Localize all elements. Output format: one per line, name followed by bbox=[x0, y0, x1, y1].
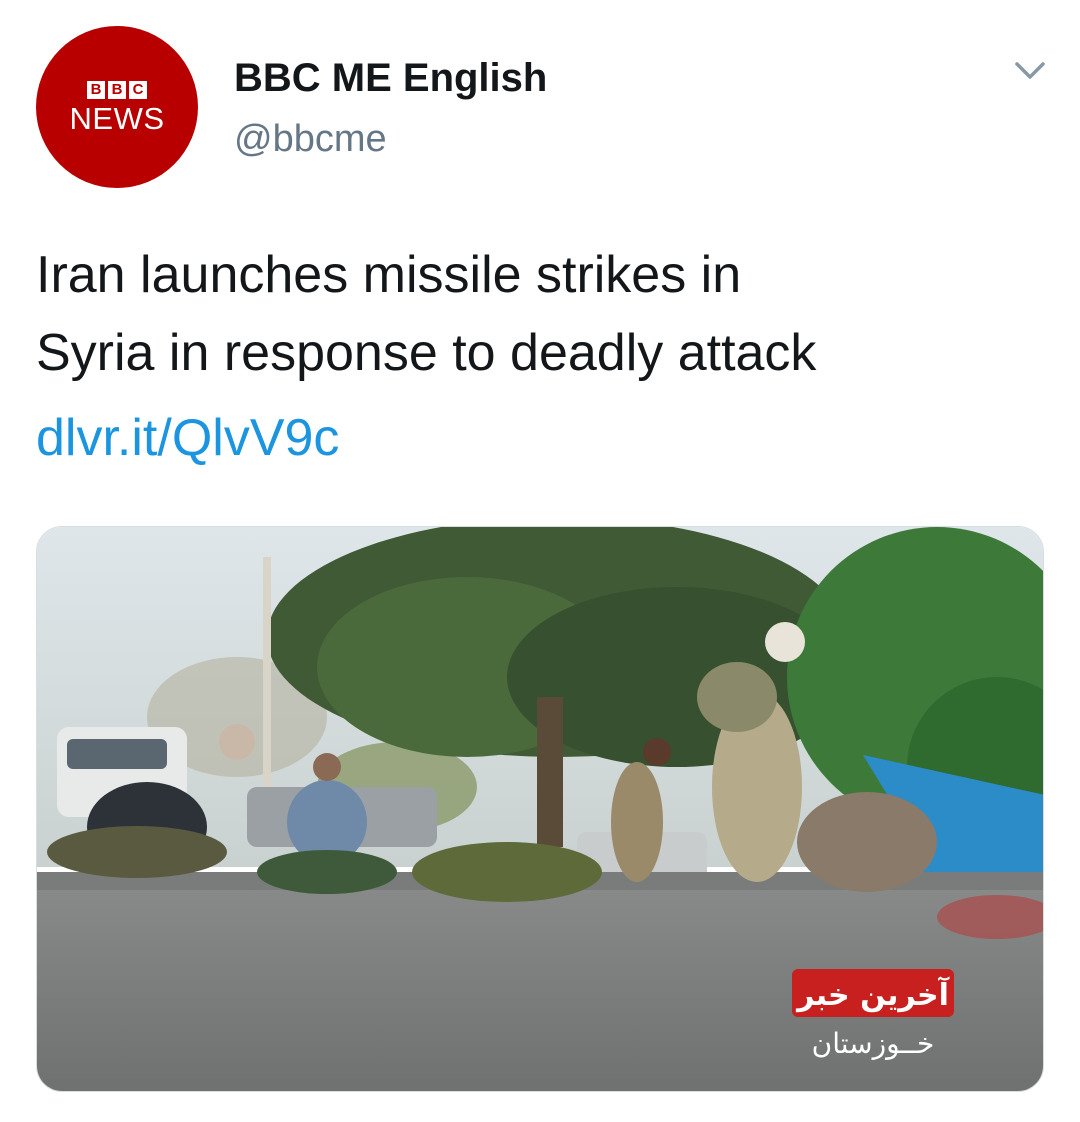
bbc-logo-letter: B bbox=[108, 80, 126, 99]
author-handle[interactable]: @bbcme bbox=[234, 116, 387, 162]
media-watermark-title: آخرین خبر bbox=[795, 976, 950, 1013]
bbc-logo-letter: B bbox=[87, 80, 105, 99]
bbc-logo-letter: C bbox=[129, 80, 147, 99]
bbc-logo-blocks: B B C bbox=[87, 80, 147, 99]
tweet-text-line: Syria in response to deadly attack bbox=[36, 324, 817, 382]
media-watermark-subtitle: خــوزستان bbox=[812, 1027, 935, 1060]
tweet-text: Iran launches missile strikes in Syria i… bbox=[36, 236, 1046, 392]
tweet-text-line: Iran launches missile strikes in bbox=[36, 246, 742, 304]
bbc-logo-word: NEWS bbox=[69, 100, 165, 136]
tweet-link[interactable]: dlvr.it/QlvV9c bbox=[36, 404, 339, 472]
chevron-down-icon[interactable] bbox=[1012, 56, 1048, 84]
avatar[interactable]: B B C NEWS bbox=[36, 26, 198, 188]
author-display-name[interactable]: BBC ME English bbox=[234, 54, 547, 102]
media-scene: آخرین خبر خــوزستان bbox=[37, 527, 1043, 1091]
tweet-media-image[interactable]: آخرین خبر خــوزستان bbox=[36, 526, 1044, 1092]
